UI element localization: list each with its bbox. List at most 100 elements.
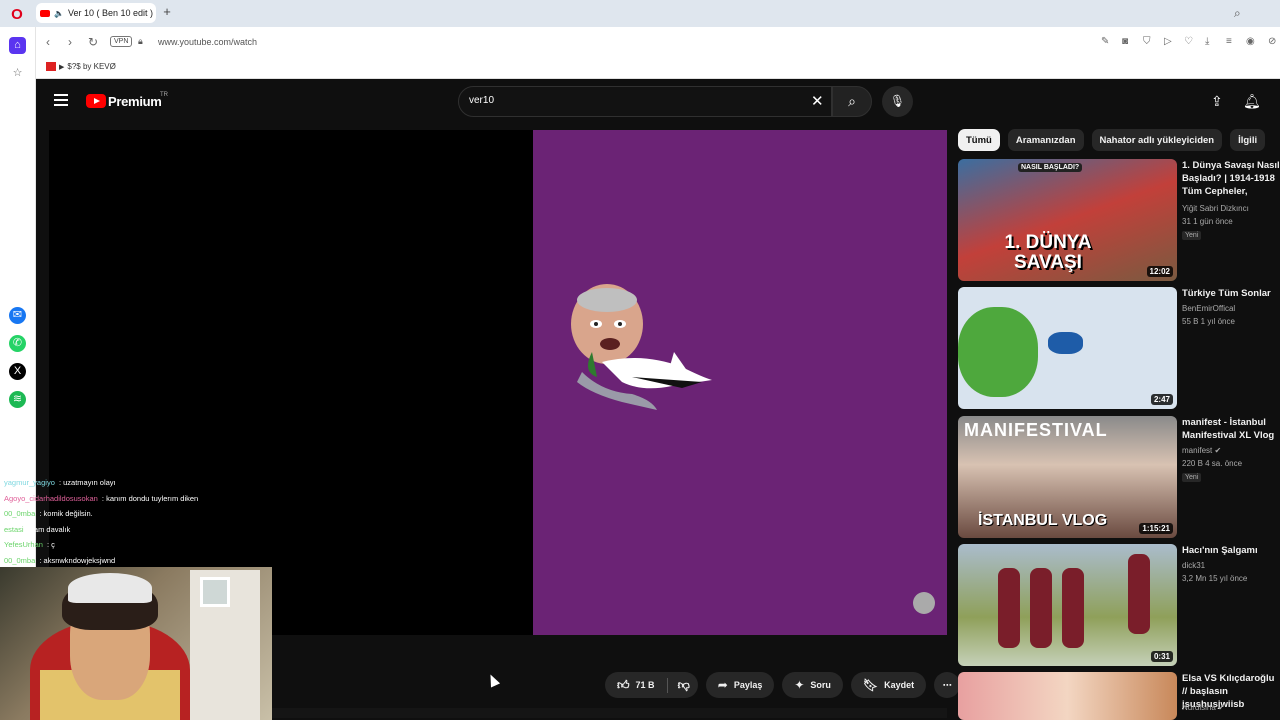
save-button[interactable]: 🔖︎ Kaydet bbox=[850, 672, 927, 698]
spotify-icon[interactable]: ≋ bbox=[9, 391, 26, 408]
reload-icon[interactable]: ↻ bbox=[88, 35, 98, 49]
new-badge: Yeni bbox=[1182, 231, 1202, 240]
search-input[interactable] bbox=[458, 86, 832, 117]
x-icon[interactable]: X bbox=[9, 363, 26, 380]
video-duration: 1:15:21 bbox=[1139, 523, 1173, 534]
thumb-map-region bbox=[1048, 332, 1083, 354]
chat-message: YefesUrhan : ç bbox=[0, 537, 280, 553]
chip-all[interactable]: Tümü bbox=[958, 129, 1000, 151]
tab-title: Ver 10 ( Ben 10 edit ) bbox=[67, 8, 154, 18]
channel-name[interactable]: manifest ✔ bbox=[1182, 446, 1221, 455]
speaker-icon[interactable]: 🔈 bbox=[54, 9, 64, 18]
search-button[interactable]: ⌕ bbox=[832, 86, 872, 117]
mic-icon: 🎙︎ bbox=[889, 94, 906, 108]
dislike-icon[interactable]: 👎︎ bbox=[666, 677, 690, 693]
chat-user: 00_0mba bbox=[4, 555, 36, 565]
channel-name[interactable]: dick31 bbox=[1182, 561, 1205, 570]
recommended-video[interactable]: MANIFESTIVAL İSTANBUL VLOG 1:15:21 manif… bbox=[958, 416, 1280, 540]
thumb-bottle bbox=[1062, 568, 1084, 648]
star-icon[interactable]: ☆ bbox=[9, 65, 26, 82]
webcam-headphones bbox=[68, 573, 152, 603]
recommended-video[interactable]: 2:47 Türkiye Tüm Sonlar BenEmirOffical 5… bbox=[958, 287, 1280, 411]
extensions-icon[interactable]: ⊘ bbox=[1268, 36, 1276, 47]
recommended-video[interactable]: NASIL BAŞLADI? 1. DÜNYA SAVAŞI 12:02 1. … bbox=[958, 159, 1280, 283]
channel-label: manifest bbox=[1182, 446, 1213, 455]
voice-search-button[interactable]: 🎙︎ bbox=[882, 86, 913, 117]
share-icon: ➦ bbox=[717, 678, 728, 692]
heart-icon[interactable]: ♡ bbox=[1184, 36, 1193, 47]
camera-icon[interactable]: ◙ bbox=[1122, 36, 1128, 47]
chat-user: yagmur_yagiyo bbox=[4, 478, 55, 487]
like-button[interactable]: 👍︎ 71 B 👎︎ bbox=[605, 672, 698, 698]
video-thumbnail[interactable] bbox=[958, 287, 1177, 409]
chip-related[interactable]: İlgili bbox=[1230, 129, 1266, 151]
download-icon[interactable]: ⤓ bbox=[1205, 36, 1209, 47]
chat-text: : komik değilsin. bbox=[37, 509, 93, 518]
ask-button[interactable]: ✦ Soru bbox=[782, 672, 843, 698]
browser-tab[interactable]: 🔈 Ver 10 ( Ben 10 edit ) bbox=[36, 3, 156, 23]
chip-from-uploader[interactable]: Nahator adlı yükleyiciden bbox=[1091, 129, 1223, 151]
clear-search-icon[interactable]: ✕ bbox=[811, 92, 824, 110]
notifications-bell-icon[interactable]: 🔔︎ bbox=[1243, 93, 1261, 110]
share-button[interactable]: ➦ Paylaş bbox=[705, 672, 775, 698]
more-actions-button[interactable]: ⋯ bbox=[934, 672, 961, 698]
thumb-bottle bbox=[998, 568, 1020, 648]
chat-message: estasi : tam davalık bbox=[0, 522, 280, 538]
shield-icon[interactable]: ⛉ bbox=[1143, 36, 1151, 47]
bookmark-item[interactable]: ▶ $?$ by KEVØ bbox=[46, 62, 116, 71]
bookmarks-bar bbox=[36, 57, 1280, 79]
video-title[interactable]: 1. Dünya Savaşı Nasıl Başladı? | 1914-19… bbox=[1182, 159, 1280, 199]
chat-message: 00_0mba : aksnwkndowjeksjwnd bbox=[0, 553, 280, 569]
chat-user: Agoyo_cidarhadildosusokan bbox=[4, 493, 98, 503]
video-title[interactable]: Hacı'nın Şalgamı bbox=[1182, 544, 1280, 557]
bookmark-label: $?$ by KEVØ bbox=[67, 62, 116, 71]
chat-message: Agoyo_cidarhadildosusokan : kanım dondu … bbox=[0, 491, 280, 507]
menu-lines-icon[interactable]: ≡ bbox=[1226, 36, 1232, 47]
channel-name[interactable]: BenEmirOffical bbox=[1182, 304, 1235, 313]
browser-tab-bar bbox=[0, 0, 1280, 27]
channel-label: Nurdisina bbox=[1182, 703, 1216, 712]
recommended-video[interactable]: Elsa VS Kılıçdaroğlu // başlasın jsushus… bbox=[958, 672, 1280, 720]
hamburger-menu-icon[interactable] bbox=[54, 94, 68, 106]
youtube-premium-text[interactable]: Premium bbox=[108, 94, 162, 109]
video-meta: 220 B 4 sa. önce bbox=[1182, 459, 1243, 468]
vpn-badge[interactable]: VPN bbox=[110, 36, 133, 47]
opera-logo-icon[interactable]: O bbox=[8, 6, 26, 24]
video-thumbnail[interactable] bbox=[958, 544, 1177, 666]
video-title[interactable]: manifest - İstanbul Manifestival XL Vlog bbox=[1182, 416, 1280, 442]
chat-message: 00_0mba : komik değilsin. bbox=[0, 506, 280, 522]
messenger-icon[interactable]: ✉ bbox=[9, 307, 26, 324]
verified-icon: ✔ bbox=[1218, 703, 1225, 712]
url-field[interactable]: www.youtube.com/watch bbox=[158, 37, 257, 47]
youtube-favicon-icon bbox=[40, 9, 50, 17]
edit-icon[interactable]: ✎ bbox=[1101, 36, 1109, 47]
upload-icon[interactable]: ⇪ bbox=[1211, 93, 1223, 110]
chat-text: : aksnwkndowjeksjwnd bbox=[37, 555, 116, 565]
channel-watermark-icon[interactable] bbox=[913, 592, 935, 614]
whatsapp-icon[interactable]: ✆ bbox=[9, 335, 26, 352]
thumb-bottle bbox=[1030, 568, 1052, 648]
video-title[interactable]: Türkiye Tüm Sonlar bbox=[1182, 287, 1280, 300]
chat-user: 00_0mba bbox=[4, 509, 36, 518]
home-icon[interactable]: ⌂ bbox=[9, 37, 26, 54]
channel-name[interactable]: Yiğit Sabri Dizkıncı bbox=[1182, 204, 1249, 213]
profile-icon[interactable]: ◉ bbox=[1246, 36, 1255, 47]
stream-chat-overlay: yagmur_yagiyo : uzatmayın olayı Agoyo_ci… bbox=[0, 475, 280, 567]
video-thumbnail[interactable] bbox=[958, 672, 1177, 720]
video-thumbnail[interactable]: MANIFESTIVAL İSTANBUL VLOG bbox=[958, 416, 1177, 538]
play-icon[interactable]: ▷ bbox=[1164, 36, 1172, 47]
tab-search-icon[interactable]: ⌕ bbox=[1234, 6, 1248, 20]
new-tab-button[interactable]: + bbox=[160, 5, 174, 19]
save-label: Kaydet bbox=[884, 680, 915, 690]
video-thumbnail[interactable]: NASIL BAŞLADI? 1. DÜNYA SAVAŞI bbox=[958, 159, 1177, 281]
lock-icon[interactable]: 🔒︎ bbox=[138, 36, 143, 47]
video-duration: 12:02 bbox=[1146, 266, 1173, 277]
forward-icon[interactable]: › bbox=[68, 35, 72, 49]
recommended-video[interactable]: 0:31 Hacı'nın Şalgamı dick31 3,2 Mn 15 y… bbox=[958, 544, 1280, 668]
chip-from-search[interactable]: Aramanızdan bbox=[1007, 129, 1084, 151]
search-input-value[interactable]: ver10 bbox=[469, 95, 494, 106]
youtube-logo-icon[interactable] bbox=[86, 94, 106, 108]
thumb-bottle bbox=[1128, 554, 1150, 634]
back-icon[interactable]: ‹ bbox=[46, 35, 50, 49]
channel-name[interactable]: Nurdisina ✔ bbox=[1182, 703, 1225, 712]
